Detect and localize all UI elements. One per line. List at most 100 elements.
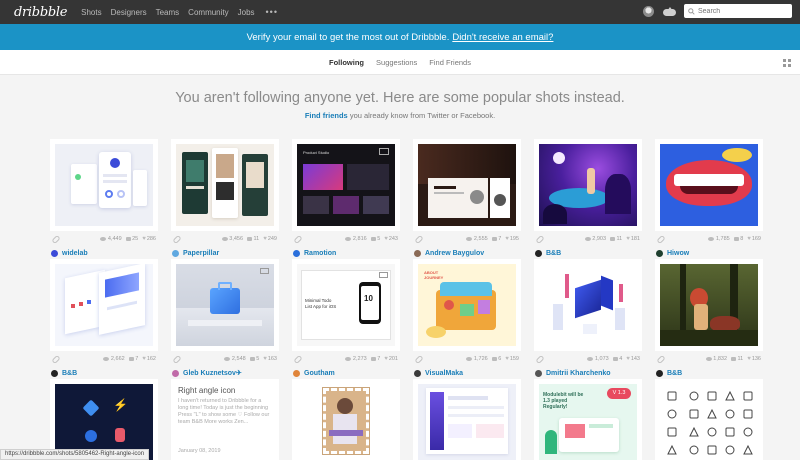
user-avatar-icon[interactable] [643, 5, 654, 17]
attachment-icon [414, 234, 424, 244]
likes-count: 136 [751, 356, 761, 362]
text-shot-body: I haven't returned to Dribbble for a lon… [178, 398, 270, 425]
author-avatar[interactable] [172, 249, 179, 257]
shot-card[interactable]: 1,073 4 ♥ 143 Dmitrii Kharchenko [534, 259, 642, 379]
tab-suggestions[interactable]: Suggestions [376, 58, 417, 67]
author-avatar[interactable] [414, 249, 421, 257]
author-avatar[interactable] [535, 369, 542, 377]
shot-thumbnail[interactable] [539, 144, 637, 226]
shot-card[interactable]: 2,548 5 ♥ 163 Gleb Kuznetsov✈ [171, 259, 279, 379]
search-input[interactable] [698, 7, 788, 15]
author-name[interactable]: Andrew Baygulov [425, 250, 484, 257]
views-icon [587, 357, 594, 361]
shot-card[interactable]: ⚡ [50, 379, 158, 460]
views-count: 2,555 [473, 236, 488, 242]
author-avatar[interactable] [51, 249, 58, 257]
shot-card[interactable] [292, 379, 400, 460]
nav-community[interactable]: Community [188, 8, 228, 17]
comments-icon [610, 237, 616, 241]
shot-card[interactable]: 1,832 11 ♥ 136 B&B [655, 259, 763, 379]
shot-thumbnail[interactable]: Right angle icon I haven't returned to D… [176, 384, 274, 460]
comments-count: 7 [135, 356, 139, 362]
views-count: 3,456 [229, 236, 244, 242]
author-name[interactable]: Hiwow [667, 250, 689, 257]
likes-icon: ♥ [505, 356, 509, 362]
shot-card[interactable]: Minimal Todo List App for iOS 10 2,273 7… [292, 259, 400, 379]
author-avatar[interactable] [656, 369, 663, 377]
likes-count: 162 [146, 356, 156, 362]
likes-icon: ♥ [626, 236, 630, 242]
shot-card[interactable]: 2,903 11 ♥ 181 B&B [534, 139, 642, 259]
top-nav: dribbble Shots Designers Teams Community… [0, 0, 800, 24]
author-name[interactable]: B&B [546, 250, 561, 257]
shot-thumbnail[interactable]: ABOUT JOURNEY [418, 264, 516, 346]
author-name[interactable]: Gleb Kuznetsov✈ [183, 369, 242, 377]
icon-set-grid [667, 390, 753, 455]
comments-icon [370, 237, 376, 241]
comments-count: 11 [253, 236, 260, 242]
shot-card[interactable]: 4,449 25 ♥ 286 widelab [50, 139, 158, 259]
author-name[interactable]: Paperpillar [183, 250, 219, 257]
shot-card[interactable]: 1,785 8 ♥ 169 Hiwow [655, 139, 763, 259]
author-name[interactable]: widelab [62, 250, 88, 257]
shot-card[interactable]: 2,662 7 ♥ 162 B&B [50, 259, 158, 379]
nav-jobs[interactable]: Jobs [238, 8, 255, 17]
banner-text: Verify your email to get the most out of… [246, 31, 450, 43]
text-shot-title: Right angle icon [178, 386, 236, 395]
shot-card[interactable] [655, 379, 763, 460]
attachment-icon [51, 354, 61, 364]
views-icon [345, 237, 352, 241]
author-name[interactable]: B&B [667, 370, 682, 377]
author-avatar[interactable] [172, 369, 179, 377]
author-avatar[interactable] [51, 369, 58, 377]
author-avatar[interactable] [656, 249, 663, 257]
shot-thumbnail[interactable] [297, 384, 395, 460]
author-avatar[interactable] [293, 369, 300, 377]
shot-thumbnail[interactable]: Minimal Todo List App for iOS 10 [297, 264, 395, 346]
shot-card[interactable]: Product Studio 2,816 5 ♥ 243 Ramotion [292, 139, 400, 259]
shot-thumbnail[interactable]: Product Studio [297, 144, 395, 226]
shot-card[interactable]: ABOUT JOURNEY 1,726 6 ♥ 159 VisualMaka [413, 259, 521, 379]
nav-shots[interactable]: Shots [81, 8, 101, 17]
author-name[interactable]: Goutham [304, 370, 335, 377]
text-shot-card[interactable]: Right angle icon I haven't returned to D… [171, 379, 279, 460]
shot-card[interactable] [413, 379, 521, 460]
shot-thumbnail[interactable]: Modulebit will be 1.3 played Regularly! … [539, 384, 637, 460]
shot-card[interactable]: 3,456 11 ♥ 249 Paperpillar [171, 139, 279, 259]
find-friends-link[interactable]: Find friends [305, 111, 348, 120]
author-name[interactable]: Dmitrii Kharchenko [546, 370, 611, 377]
nav-teams[interactable]: Teams [156, 8, 180, 17]
shot-thumbnail[interactable] [660, 384, 758, 460]
more-menu-icon[interactable]: ••• [266, 7, 278, 17]
tab-find-friends[interactable]: Find Friends [429, 58, 471, 67]
shot-thumbnail[interactable] [539, 264, 637, 346]
shot-thumbnail[interactable] [55, 144, 153, 226]
likes-icon: ♥ [626, 356, 630, 362]
author-avatar[interactable] [535, 249, 542, 257]
grid-view-icon[interactable] [783, 59, 791, 67]
likes-icon: ♥ [142, 356, 146, 362]
author-avatar[interactable] [293, 249, 300, 257]
shot-thumbnail[interactable] [176, 144, 274, 226]
attachment-icon [172, 354, 182, 364]
shot-thumbnail[interactable] [176, 264, 274, 346]
shot-thumbnail[interactable] [418, 144, 516, 226]
promo-shot-card[interactable]: Modulebit will be 1.3 played Regularly! … [534, 379, 642, 460]
shot-thumbnail[interactable] [660, 264, 758, 346]
shot-card[interactable]: 2,555 7 ♥ 195 Andrew Baygulov [413, 139, 521, 259]
tab-following[interactable]: Following [329, 58, 364, 67]
dribbble-logo[interactable]: dribbble [14, 5, 67, 20]
shot-thumbnail[interactable] [55, 264, 153, 346]
shot-thumbnail[interactable] [418, 384, 516, 460]
nav-designers[interactable]: Designers [111, 8, 147, 17]
author-name[interactable]: B&B [62, 370, 77, 377]
author-name[interactable]: VisualMaka [425, 370, 463, 377]
thumb-text-b: JOURNEY [424, 275, 444, 280]
verify-email-banner: Verify your email to get the most out of… [0, 24, 800, 50]
shot-thumbnail[interactable] [660, 144, 758, 226]
upload-icon[interactable] [663, 6, 676, 16]
resend-email-link[interactable]: Didn't receive an email? [452, 32, 553, 43]
author-name[interactable]: Ramotion [304, 250, 336, 257]
search-box[interactable] [684, 4, 792, 18]
author-avatar[interactable] [414, 369, 421, 377]
